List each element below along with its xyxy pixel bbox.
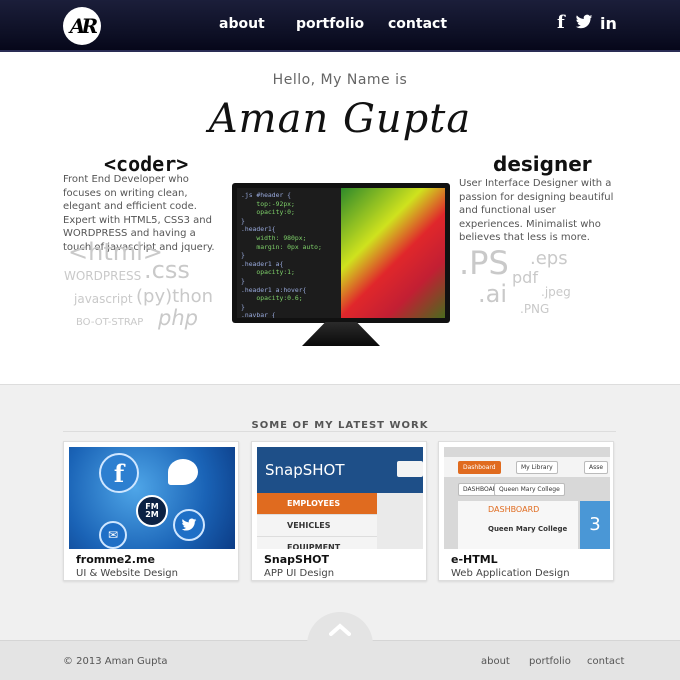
tag-png: .PNG (520, 302, 550, 316)
tag-ai: .ai (478, 280, 508, 308)
thumb-number: 3 (580, 501, 610, 549)
thumb-menu-equipment: EQUIPMENT (257, 537, 377, 549)
project-thumbnail[interactable]: f FM 2M ✉ (69, 447, 235, 549)
project-title[interactable]: fromme2.me (76, 553, 155, 566)
tag-pdf: pdf (512, 268, 538, 287)
code-line: opacity:0; (241, 208, 295, 217)
tag-python: (py)thon (136, 286, 214, 307)
code-line: .header1 a:hover{ (241, 285, 307, 294)
project-title[interactable]: SnapSHOT (264, 553, 329, 566)
code-line: width: 980px; (241, 233, 307, 242)
project-card-snapshot[interactable]: SnapSHOT EMPLOYEES VEHICLES EQUIPMENT Sn… (251, 441, 427, 581)
thumb-crumb-college: Queen Mary College (494, 483, 565, 496)
project-subtitle: APP UI Design (264, 568, 335, 579)
code-snippet: .js #header { top:-92px; opacity:0;} .hea… (237, 188, 341, 318)
monitor-stand (302, 322, 380, 346)
tag-wordpress: WORDPRESS (64, 269, 142, 283)
facebook-icon[interactable]: f (557, 12, 565, 33)
thumb-tab-dashboard: Dashboard (458, 461, 501, 474)
linkedin-icon[interactable]: in (600, 14, 617, 33)
footer-link-about[interactable]: about (481, 656, 510, 667)
project-subtitle: UI & Website Design (76, 568, 178, 579)
code-line: } (241, 216, 245, 225)
top-navbar: AR about portfolio contact f in (0, 0, 680, 52)
project-card-fromme2me[interactable]: f FM 2M ✉ fromme2.me UI & Website Design (63, 441, 239, 581)
code-line: .header1 a{ (241, 259, 284, 268)
hero-name: Aman Gupta (208, 96, 472, 142)
twitter-icon[interactable] (575, 14, 593, 34)
chat-bubble-icon (168, 459, 198, 485)
code-line: } (241, 276, 245, 285)
project-thumbnail[interactable]: Dashboard My Library Asse DASHBOARD Quee… (444, 447, 610, 549)
logo[interactable]: AR (63, 7, 101, 45)
thumb-menu-employees: EMPLOYEES (257, 493, 377, 515)
project-card-ehtml[interactable]: Dashboard My Library Asse DASHBOARD Quee… (438, 441, 614, 581)
nav-about[interactable]: about (219, 16, 265, 32)
tag-eps: .eps (530, 248, 568, 269)
code-line: } (241, 251, 245, 260)
thumb-side-panel (377, 493, 423, 549)
code-line: opacity:0.6; (241, 294, 303, 303)
thumb-panel: DASHBOARD Queen Mary College (458, 501, 578, 549)
greeting: Hello, My Name is (272, 72, 408, 88)
designer-title: designer (493, 152, 592, 176)
tag-javascript: javascript (74, 292, 133, 306)
monitor-image: .js #header { top:-92px; opacity:0;} .hea… (232, 183, 450, 323)
twitter-icon (173, 509, 205, 541)
code-line: opacity:1; (241, 268, 295, 277)
code-line: .header1{ (241, 225, 276, 234)
project-subtitle: Web Application Design (451, 568, 570, 579)
tag-bootstrap: BO-OT-STRAP (76, 317, 144, 328)
abstract-artwork (341, 188, 445, 318)
fm2m-badge: FM 2M (136, 495, 168, 527)
thumb-button (397, 461, 423, 477)
code-line: top:-92px; (241, 199, 295, 208)
chevron-up-icon (329, 623, 351, 636)
footer-link-portfolio[interactable]: portfolio (529, 656, 571, 667)
copyright: © 2013 Aman Gupta (63, 656, 168, 667)
tag-jpeg: .jpeg (541, 285, 571, 299)
tag-css: .css (144, 256, 190, 284)
tag-php: php (158, 306, 198, 330)
thumb-menu-vehicles: VEHICLES (257, 515, 377, 537)
tag-ps: .PS (459, 244, 509, 282)
thumb-tab-library: My Library (516, 461, 558, 474)
footer-link-contact[interactable]: contact (587, 656, 624, 667)
thumb-tab-assets: Asse (584, 461, 609, 474)
project-title[interactable]: e-HTML (451, 553, 498, 566)
facebook-icon: f (99, 453, 139, 493)
code-line: } (241, 302, 245, 311)
mail-icon: ✉ (99, 521, 127, 549)
nav-portfolio[interactable]: portfolio (296, 16, 364, 32)
project-thumbnail[interactable]: SnapSHOT EMPLOYEES VEHICLES EQUIPMENT (257, 447, 423, 549)
code-line: .js #header { (241, 191, 292, 199)
monitor-screen: .js #header { top:-92px; opacity:0;} .hea… (237, 188, 445, 318)
nav-contact[interactable]: contact (388, 16, 447, 32)
thumb-section-title: DASHBOARD (488, 505, 540, 514)
designer-description: User Interface Designer with a passion f… (459, 178, 614, 243)
thumb-college-name: Queen Mary College (488, 525, 568, 533)
code-line: margin: 0px auto; (241, 242, 322, 251)
work-divider (63, 431, 616, 432)
code-line: .navbar { (241, 311, 276, 318)
thumb-brand: SnapSHOT (265, 461, 345, 479)
work-heading: SOME OF MY LATEST WORK (251, 420, 429, 431)
